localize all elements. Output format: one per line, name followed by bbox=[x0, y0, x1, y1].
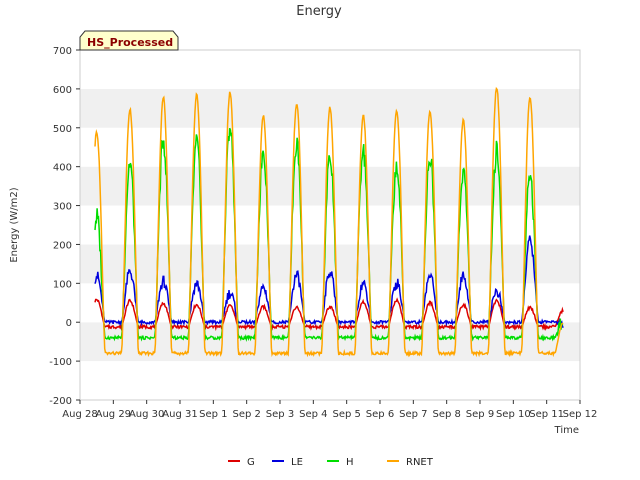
badge-label: HS_Processed bbox=[87, 36, 173, 49]
x-tick-label: Aug 28 bbox=[62, 409, 97, 420]
y-tick-label: 100 bbox=[53, 279, 72, 290]
x-tick-label: Sep 3 bbox=[266, 409, 294, 420]
grid-band bbox=[80, 166, 580, 206]
x-tick-label: Sep 7 bbox=[399, 409, 427, 420]
chart-title: Energy bbox=[296, 4, 342, 19]
x-tick-label: Sep 9 bbox=[466, 409, 494, 420]
y-tick-label: 600 bbox=[53, 85, 72, 96]
x-tick-label: Aug 29 bbox=[96, 409, 131, 420]
legend-label: H bbox=[346, 457, 354, 468]
y-tick-label: 500 bbox=[53, 124, 72, 135]
x-tick-label: Sep 2 bbox=[232, 409, 260, 420]
y-axis-label: Energy (W/m2) bbox=[9, 187, 20, 262]
y-tick-label: 0 bbox=[66, 318, 72, 329]
x-tick-label: Sep 10 bbox=[496, 409, 531, 420]
y-tick-label: 400 bbox=[53, 163, 72, 174]
x-tick-label: Sep 4 bbox=[299, 409, 327, 420]
x-axis-label: Time bbox=[554, 425, 579, 436]
grid-band bbox=[80, 205, 580, 245]
x-tick-label: Sep 6 bbox=[366, 409, 394, 420]
legend-label: LE bbox=[291, 457, 303, 468]
x-tick-label: Aug 31 bbox=[162, 409, 197, 420]
energy-chart: -200-1000100200300400500600700 Aug 28Aug… bbox=[0, 0, 640, 480]
x-tick-label: Sep 8 bbox=[432, 409, 460, 420]
x-tick-label: Sep 5 bbox=[332, 409, 360, 420]
legend-label: RNET bbox=[406, 457, 434, 468]
legend-label: G bbox=[247, 457, 255, 468]
y-tick-label: 300 bbox=[53, 202, 72, 213]
x-tick-label: Sep 11 bbox=[529, 409, 564, 420]
y-tick-label: 700 bbox=[53, 46, 72, 57]
grid-band bbox=[80, 361, 580, 400]
processed-badge: HS_Processed bbox=[79, 30, 179, 51]
grid-band bbox=[80, 50, 580, 89]
y-tick-label: -200 bbox=[49, 396, 72, 407]
x-tick-label: Sep 12 bbox=[563, 409, 598, 420]
y-tick-label: -100 bbox=[49, 357, 72, 368]
grid-band bbox=[80, 283, 580, 323]
y-tick-label: 200 bbox=[53, 240, 72, 251]
x-tick-label: Sep 1 bbox=[199, 409, 227, 420]
x-tick-label: Aug 30 bbox=[129, 409, 164, 420]
